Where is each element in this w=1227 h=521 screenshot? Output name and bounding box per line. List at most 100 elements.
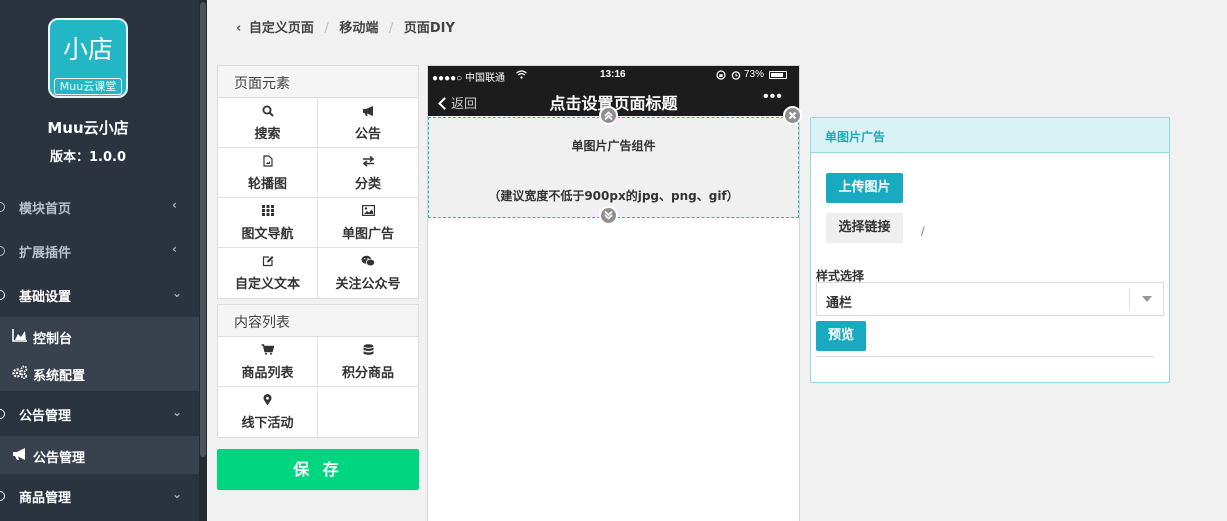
clock-label: 13:16 <box>600 69 626 80</box>
battery-icon <box>769 71 787 79</box>
phone-status-bar: ●●●●○ 中国联通 13:16 73% <box>428 66 799 84</box>
circle-icon <box>0 290 5 300</box>
logo-sub-text: Muu云课堂 <box>54 78 122 95</box>
picture-icon <box>361 205 375 216</box>
close-icon <box>788 111 797 120</box>
menu-item-announcements[interactable]: 公告管理 ⌄ <box>0 394 199 434</box>
chevron-down-icon: ⌄ <box>172 487 183 501</box>
chevron-down-icon: ⌄ <box>172 405 183 419</box>
component-editor-panel: 单图片广告 上传图片 选择链接 / 样式选择 通栏 预览 <box>810 117 1170 383</box>
element-category[interactable]: 分类 <box>318 148 418 198</box>
sidebar-item-system-config[interactable]: 系统配置 <box>0 355 199 391</box>
menu-item-label: 商品管理 <box>19 491 72 506</box>
version-label: 版本：1.0.0 <box>49 150 126 165</box>
element-label: 公告 <box>354 127 381 142</box>
circle-icon <box>0 246 5 256</box>
element-offline-events[interactable]: 线下活动 <box>218 387 318 437</box>
panel-title: 内容列表 <box>218 305 418 337</box>
sidebar-item-dashboard[interactable]: 控制台 <box>0 318 199 354</box>
breadcrumb-separator: / <box>324 21 329 36</box>
shop-name: Muu云小店 <box>47 119 129 137</box>
breadcrumb-item-custom-page[interactable]: 自定义页面 <box>249 17 314 36</box>
battery-percent: 73% <box>744 69 765 80</box>
element-label: 图文导航 <box>241 227 294 242</box>
ad-component-title: 单图片广告组件 <box>571 139 656 153</box>
chevron-double-up-icon <box>604 111 613 121</box>
single-image-ad-component[interactable]: 单图片广告组件 （建议宽度不低于900px的jpg、png、gif） <box>428 117 799 218</box>
element-single-image-ad[interactable]: 单图广告 <box>318 198 418 248</box>
style-select-value: 通栏 <box>826 296 853 311</box>
move-down-button[interactable] <box>599 206 618 225</box>
element-image-nav[interactable]: 图文导航 <box>218 198 318 248</box>
area-chart-icon <box>12 329 27 342</box>
content-list-panel: 内容列表 商品列表 积分商品 线下活动 <box>217 304 419 438</box>
element-label: 关注公众号 <box>335 277 401 292</box>
link-value: / <box>921 224 925 239</box>
chevron-left-icon: ‹ <box>172 198 177 212</box>
element-points-products[interactable]: 积分商品 <box>318 337 418 387</box>
element-label: 积分商品 <box>341 366 394 381</box>
chevron-down-icon: ⌄ <box>172 286 183 300</box>
rotation-lock-icon <box>716 70 726 80</box>
menu-item-products[interactable]: 商品管理 ⌄ <box>0 476 199 516</box>
element-label: 单图广告 <box>341 227 394 242</box>
wifi-icon <box>516 70 527 79</box>
panel-title: 页面元素 <box>218 66 418 98</box>
wechat-icon <box>361 255 375 267</box>
element-label: 搜索 <box>254 127 281 142</box>
menu-item-module-home[interactable]: 模块首页 ‹ <box>0 187 199 227</box>
select-link-button[interactable]: 选择链接 <box>826 213 903 243</box>
cart-icon <box>261 344 274 355</box>
sidebar-item-label: 控制台 <box>33 332 73 347</box>
app-logo[interactable]: 小店 Muu云课堂 <box>48 18 128 98</box>
chevron-left-icon: ‹ <box>172 242 177 256</box>
element-label: 自定义文本 <box>234 277 300 292</box>
grid-icon <box>261 205 274 216</box>
dropdown-arrow-icon <box>1129 288 1163 310</box>
menu-item-label: 基础设置 <box>19 290 72 305</box>
bullhorn-icon <box>362 106 373 116</box>
more-menu-icon[interactable]: ••• <box>763 88 783 106</box>
element-product-list[interactable]: 商品列表 <box>218 337 318 387</box>
edit-icon <box>262 256 273 267</box>
element-label: 商品列表 <box>241 366 294 381</box>
element-custom-text[interactable]: 自定义文本 <box>218 248 318 298</box>
sidebar-scrollbar-thumb[interactable] <box>200 2 206 457</box>
move-up-button[interactable] <box>599 106 618 125</box>
page-elements-panel: 页面元素 搜索 公告 轮播图 分类 图文导航 单图广告 自定义文本 关注公众号 <box>217 65 419 299</box>
upload-image-button[interactable]: 上传图片 <box>826 173 903 203</box>
element-label: 线下活动 <box>241 416 294 431</box>
element-label: 轮播图 <box>247 177 287 192</box>
menu-item-label: 模块首页 <box>19 202 72 217</box>
breadcrumb-item-mobile[interactable]: 移动端 <box>339 17 378 36</box>
empty-cell <box>318 387 418 437</box>
sidebar: 小店 Muu云课堂 Muu云小店 版本：1.0.0 模块首页 ‹ 扩展插件 ‹ … <box>0 0 207 521</box>
element-carousel[interactable]: 轮播图 <box>218 148 318 198</box>
save-button[interactable]: 保 存 <box>217 449 419 490</box>
chevron-left-icon[interactable]: ‹ <box>236 21 241 36</box>
element-search[interactable]: 搜索 <box>218 98 318 148</box>
element-follow-account[interactable]: 关注公众号 <box>318 248 418 298</box>
logo-main-text: 小店 <box>62 35 113 64</box>
circle-icon <box>0 491 5 501</box>
breadcrumb: ‹ 自定义页面 / 移动端 / 页面DIY <box>236 17 455 36</box>
sidebar-item-label: 系统配置 <box>33 369 86 384</box>
style-select[interactable]: 通栏 <box>816 282 1164 316</box>
preview-button[interactable]: 预览 <box>816 321 866 351</box>
menu-item-label: 公告管理 <box>19 409 72 424</box>
database-icon <box>363 344 373 355</box>
sidebar-item-announcement-manage[interactable]: 公告管理 <box>0 437 199 473</box>
carrier-label: ●●●●○ 中国联通 <box>432 73 505 84</box>
map-marker-icon <box>263 394 272 406</box>
submenu-basic-settings: 控制台 系统配置 <box>0 317 199 391</box>
exchange-icon <box>362 155 374 167</box>
menu-item-basic-settings[interactable]: 基础设置 ⌄ <box>0 275 199 315</box>
menu-item-extensions[interactable]: 扩展插件 ‹ <box>0 231 199 271</box>
bullhorn-icon <box>13 448 25 460</box>
element-notice[interactable]: 公告 <box>318 98 418 148</box>
editor-title: 单图片广告 <box>811 118 1169 153</box>
remove-component-button[interactable] <box>783 106 802 125</box>
file-image-icon <box>262 155 273 167</box>
ad-component-hint: （建议宽度不低于900px的jpg、png、gif） <box>488 189 739 203</box>
divider <box>816 356 1154 357</box>
